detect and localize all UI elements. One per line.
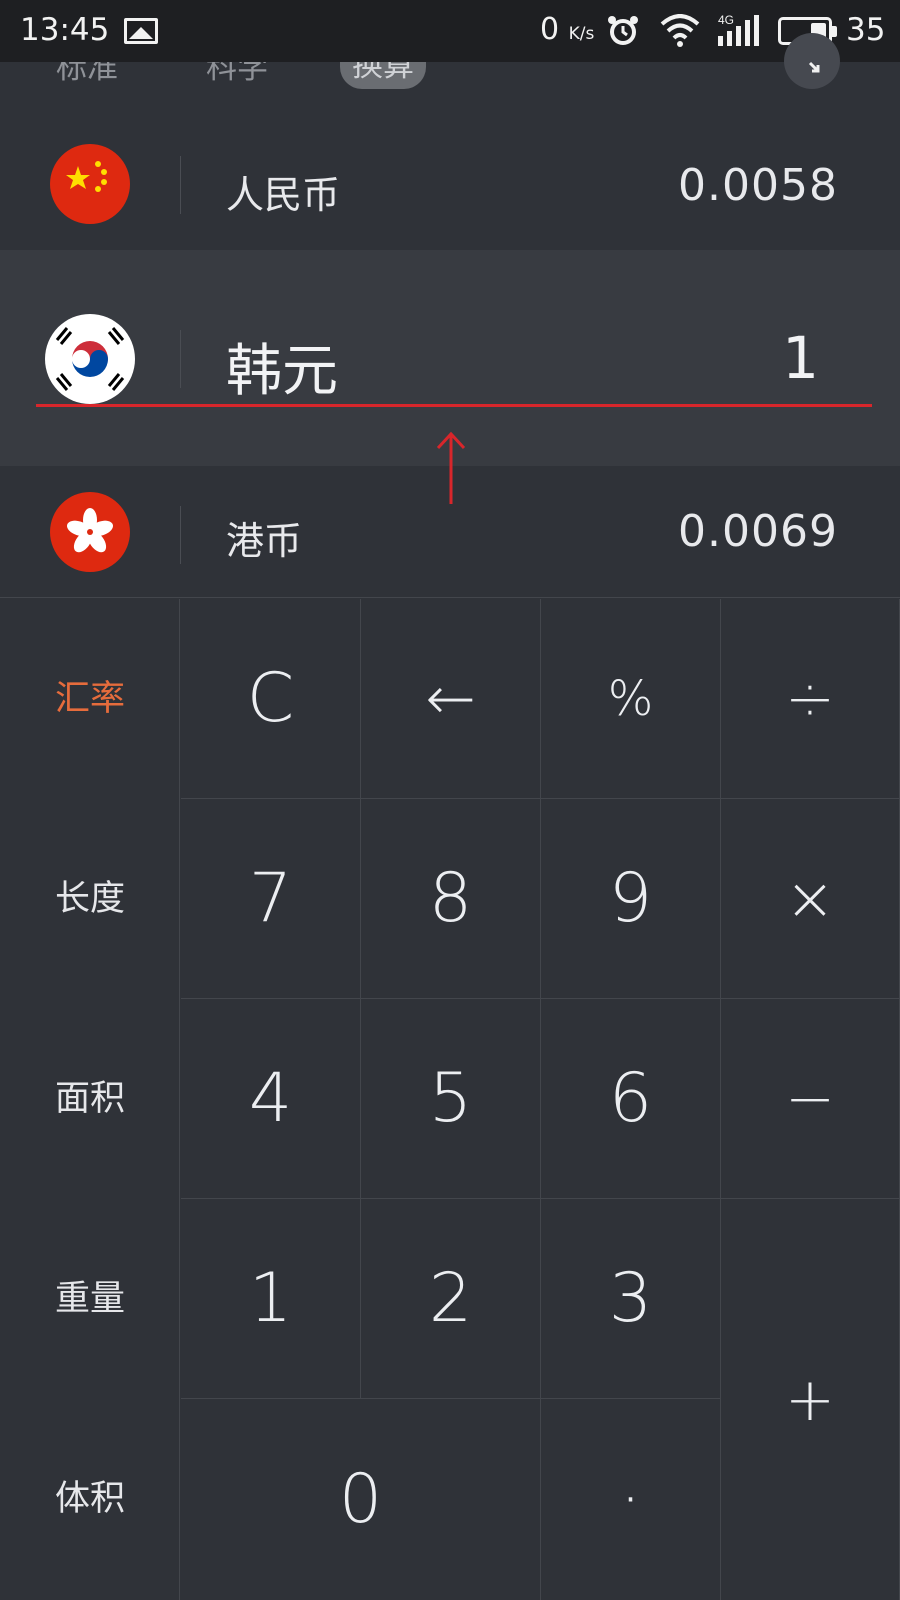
network-speed-unit: K/s bbox=[568, 24, 595, 44]
currency-row-cny[interactable]: 人民币 0.0058 bbox=[0, 62, 900, 250]
battery-percent: 35 bbox=[846, 12, 886, 48]
status-time: 13:45 bbox=[20, 12, 110, 48]
category-volume[interactable]: 体积 bbox=[0, 1399, 180, 1599]
divide-button[interactable]: ÷ bbox=[721, 599, 900, 799]
digit-2-button[interactable]: 2 bbox=[361, 1199, 541, 1399]
minus-button[interactable]: − bbox=[721, 999, 900, 1199]
south-korea-flag-icon bbox=[45, 314, 135, 404]
china-flag-icon bbox=[50, 144, 130, 224]
minus-label: − bbox=[784, 1063, 836, 1134]
digit-7-button[interactable]: 7 bbox=[181, 799, 361, 999]
backspace-arrow-icon: ← bbox=[425, 663, 476, 734]
currency-value: 0.0069 bbox=[678, 506, 838, 557]
image-notification-icon bbox=[124, 18, 158, 44]
digit-0-button[interactable]: 0 bbox=[181, 1399, 541, 1600]
digit-5-button[interactable]: 5 bbox=[361, 999, 541, 1199]
percent-button[interactable]: % bbox=[541, 599, 721, 799]
divider bbox=[180, 506, 181, 564]
divider bbox=[180, 156, 181, 214]
network-type-label: 4G bbox=[718, 13, 734, 27]
network-speed: 0 K/s bbox=[540, 12, 594, 47]
digit-1-button[interactable]: 1 bbox=[181, 1199, 361, 1399]
category-sidebar: 汇率 长度 面积 重量 体积 bbox=[0, 599, 180, 1600]
category-area[interactable]: 面积 bbox=[0, 999, 180, 1199]
divide-label: ÷ bbox=[784, 663, 836, 734]
wifi-icon bbox=[660, 14, 700, 52]
hong-kong-flag-icon bbox=[50, 492, 130, 572]
digit-6-button[interactable]: 6 bbox=[541, 999, 721, 1199]
currency-value: 0.0058 bbox=[678, 160, 838, 211]
plus-button[interactable]: + bbox=[721, 1199, 900, 1600]
network-speed-value: 0 bbox=[540, 12, 560, 47]
category-exchange-rate[interactable]: 汇率 bbox=[0, 599, 180, 799]
currency-name: 人民币 bbox=[226, 173, 341, 217]
annotation-arrow-icon bbox=[436, 431, 466, 504]
multiply-label: × bbox=[784, 863, 836, 934]
multiply-button[interactable]: × bbox=[721, 799, 900, 999]
clear-button[interactable]: C bbox=[181, 599, 361, 799]
digit-8-button[interactable]: 8 bbox=[361, 799, 541, 999]
divider bbox=[180, 330, 181, 388]
cellular-signal-icon: 4G bbox=[718, 12, 766, 54]
currency-value: 1 bbox=[782, 324, 820, 392]
collapse-button[interactable] bbox=[784, 33, 840, 89]
digit-3-button[interactable]: 3 bbox=[541, 1199, 721, 1399]
plus-label: + bbox=[784, 1364, 836, 1435]
category-length[interactable]: 长度 bbox=[0, 799, 180, 999]
decimal-point-button[interactable]: · bbox=[541, 1399, 721, 1600]
category-weight[interactable]: 重量 bbox=[0, 1199, 180, 1399]
annotation-underline bbox=[36, 404, 872, 407]
percent-label: % bbox=[607, 670, 654, 727]
currency-name: 韩元 bbox=[226, 339, 338, 404]
digit-9-button[interactable]: 9 bbox=[541, 799, 721, 999]
currency-name: 港币 bbox=[226, 519, 303, 563]
backspace-button[interactable]: ← bbox=[361, 599, 541, 799]
digit-4-button[interactable]: 4 bbox=[181, 999, 361, 1199]
status-bar: 13:45 0 K/s 4G 35 bbox=[0, 0, 900, 62]
keypad: 汇率 长度 面积 重量 体积 C ← % ÷ 7 8 9 × 4 5 6 − 1… bbox=[0, 599, 900, 1600]
alarm-icon bbox=[606, 14, 640, 52]
collapse-arrows-icon bbox=[808, 61, 820, 73]
